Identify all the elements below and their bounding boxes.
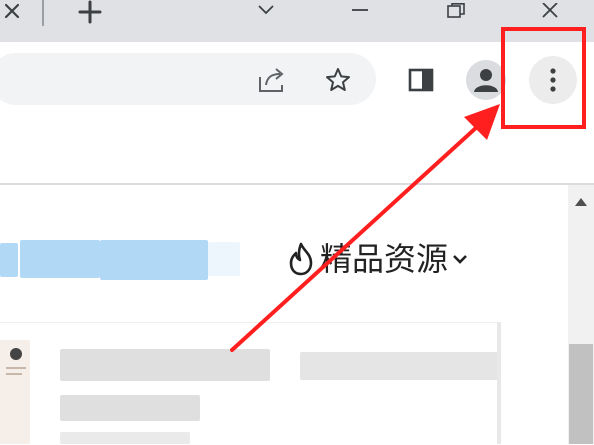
annotation-arrow (230, 104, 500, 352)
